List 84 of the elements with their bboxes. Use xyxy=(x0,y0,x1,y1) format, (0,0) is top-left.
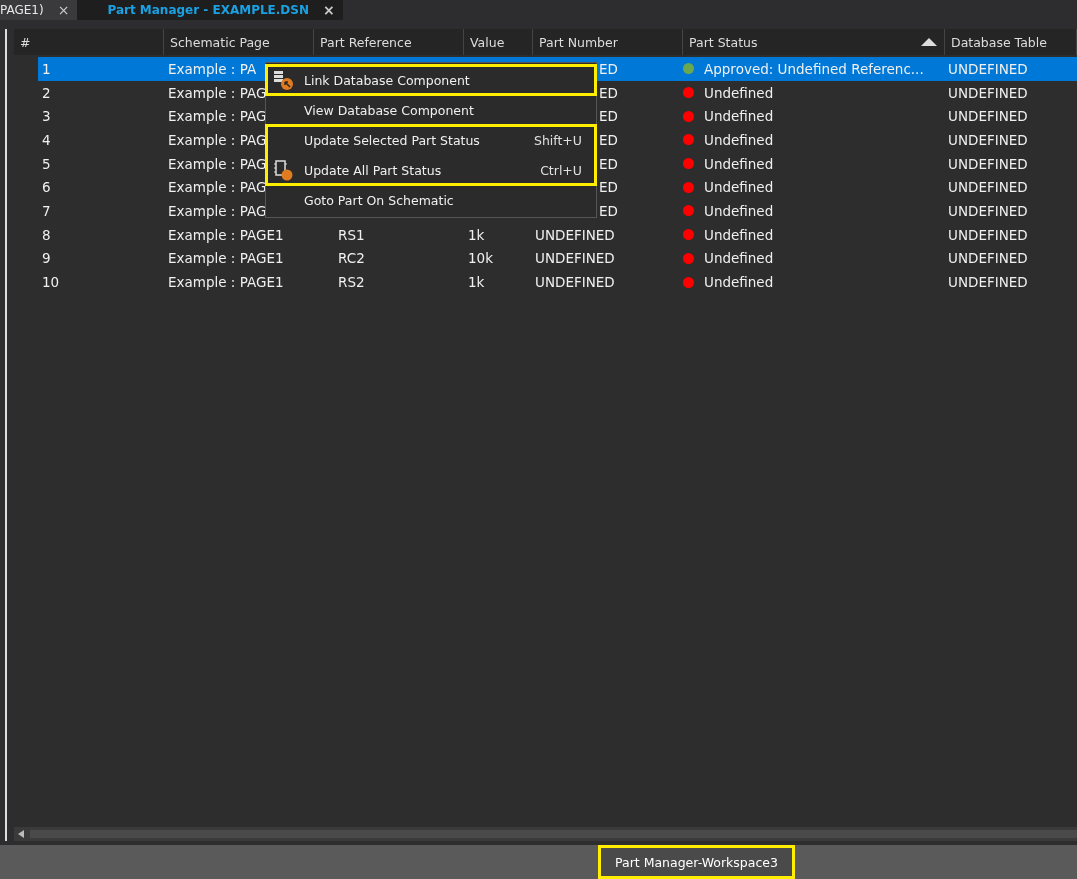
table-cell[interactable]: 10 xyxy=(42,274,60,291)
table-cell: Undefined xyxy=(704,131,774,148)
close-icon[interactable]: × xyxy=(323,2,335,18)
menu-item[interactable]: Update Selected Part Status Shift+U xyxy=(266,125,596,155)
table-cell: ED xyxy=(599,84,618,101)
menu-item[interactable]: Update All Part Status Ctrl+U xyxy=(266,155,596,185)
table-cell[interactable]: 2 xyxy=(42,84,51,101)
menu-item[interactable]: Goto Part On Schematic xyxy=(266,185,596,215)
table-cell: Undefined xyxy=(704,155,774,172)
table-cell: UNDEFINED xyxy=(948,84,1028,101)
document-tab[interactable]: PAGE1) × xyxy=(0,0,78,20)
scroll-left-icon[interactable] xyxy=(18,830,24,838)
table-cell: RC2 xyxy=(338,250,365,267)
database-link-icon xyxy=(272,69,294,91)
table-cell: 1k xyxy=(468,226,485,243)
table-cell: Example : PAG xyxy=(168,202,267,219)
menu-item-label: View Database Component xyxy=(304,102,474,118)
column-header[interactable]: Database Table xyxy=(945,29,1077,55)
menu-item-label: Update Selected Part Status xyxy=(304,132,480,148)
column-header[interactable]: Part Number xyxy=(533,29,683,55)
table-cell: Example : PAGE1 xyxy=(168,274,284,291)
menu-item-label: Goto Part On Schematic xyxy=(304,192,454,208)
table-cell: Undefined xyxy=(704,179,774,196)
menu-item[interactable]: Link Database Component xyxy=(266,65,596,95)
table-cell: Undefined xyxy=(704,84,774,101)
table-cell: RS2 xyxy=(338,274,365,291)
column-header[interactable]: Schematic Page xyxy=(164,29,314,55)
table-cell: RS1 xyxy=(338,226,365,243)
table-cell: Undefined xyxy=(704,274,774,291)
table-cell: Example : PAG xyxy=(168,131,267,148)
table-cell: Example : PAGE1 xyxy=(168,226,284,243)
close-icon[interactable]: × xyxy=(57,2,70,18)
table-cell[interactable]: 3 xyxy=(42,108,51,125)
table-cell: Example : PAG xyxy=(168,179,267,196)
table-cell: Approved: Undefined Referenc... xyxy=(704,60,924,77)
table-cell: ED xyxy=(599,60,618,77)
table-cell: ED xyxy=(599,108,618,125)
table-cell: 10k xyxy=(468,250,493,267)
table-cell: UNDEFINED xyxy=(535,226,615,243)
table-cell: Example : PAG xyxy=(168,84,267,101)
menu-item-label: Update All Part Status xyxy=(304,162,442,178)
table-cell: UNDEFINED xyxy=(535,250,615,267)
table-cell: UNDEFINED xyxy=(948,179,1028,196)
table-cell: Example : PA xyxy=(168,60,257,77)
column-header[interactable]: Value xyxy=(464,29,533,55)
chip-update-icon xyxy=(272,159,294,181)
shortcut-label: Ctrl+U xyxy=(540,162,582,178)
column-header[interactable]: # xyxy=(14,29,164,55)
document-tab[interactable]: Part Manager - EXAMPLE.DSN × xyxy=(77,0,343,20)
table-cell: Example : PAG xyxy=(168,155,267,172)
table-cell[interactable]: 6 xyxy=(42,179,51,196)
table-cell[interactable]: 4 xyxy=(42,131,51,148)
table-cell: UNDEFINED xyxy=(948,250,1028,267)
table-cell: Example : PAGE1 xyxy=(168,250,284,267)
table-cell: Undefined xyxy=(704,250,774,267)
table-cell[interactable]: 8 xyxy=(42,226,51,243)
table-cell: ED xyxy=(599,179,618,196)
horizontal-scrollbar[interactable] xyxy=(14,827,1077,841)
table-cell: 1k xyxy=(468,274,485,291)
table-cell[interactable]: 1 xyxy=(42,60,51,77)
table-cell: Example : PAG xyxy=(168,108,267,125)
table-cell: UNDEFINED xyxy=(948,274,1028,291)
table-cell: Undefined xyxy=(704,202,774,219)
table-cell[interactable]: 7 xyxy=(42,202,51,219)
table-cell: UNDEFINED xyxy=(948,202,1028,219)
menu-item-label: Link Database Component xyxy=(304,72,470,88)
table-cell: ED xyxy=(599,155,618,172)
table-cell: ED xyxy=(599,131,618,148)
table-cell[interactable]: 9 xyxy=(42,250,51,267)
table-cell: Undefined xyxy=(704,226,774,243)
table-cell: UNDEFINED xyxy=(948,108,1028,125)
table-cell: UNDEFINED xyxy=(535,274,615,291)
menu-item[interactable]: View Database Component xyxy=(266,95,596,125)
table-cell[interactable]: 5 xyxy=(42,155,51,172)
column-header[interactable]: Part Reference xyxy=(314,29,464,55)
workspace-label: Part Manager-Workspace3 xyxy=(598,845,795,879)
shortcut-label: Shift+U xyxy=(533,132,582,148)
table-cell: ED xyxy=(599,202,618,219)
table-cell: Undefined xyxy=(704,108,774,125)
column-header[interactable]: Part Status xyxy=(683,29,945,55)
table-cell: UNDEFINED xyxy=(948,60,1028,77)
table-cell: UNDEFINED xyxy=(948,131,1028,148)
table-cell: UNDEFINED xyxy=(948,155,1028,172)
table-cell: UNDEFINED xyxy=(948,226,1028,243)
